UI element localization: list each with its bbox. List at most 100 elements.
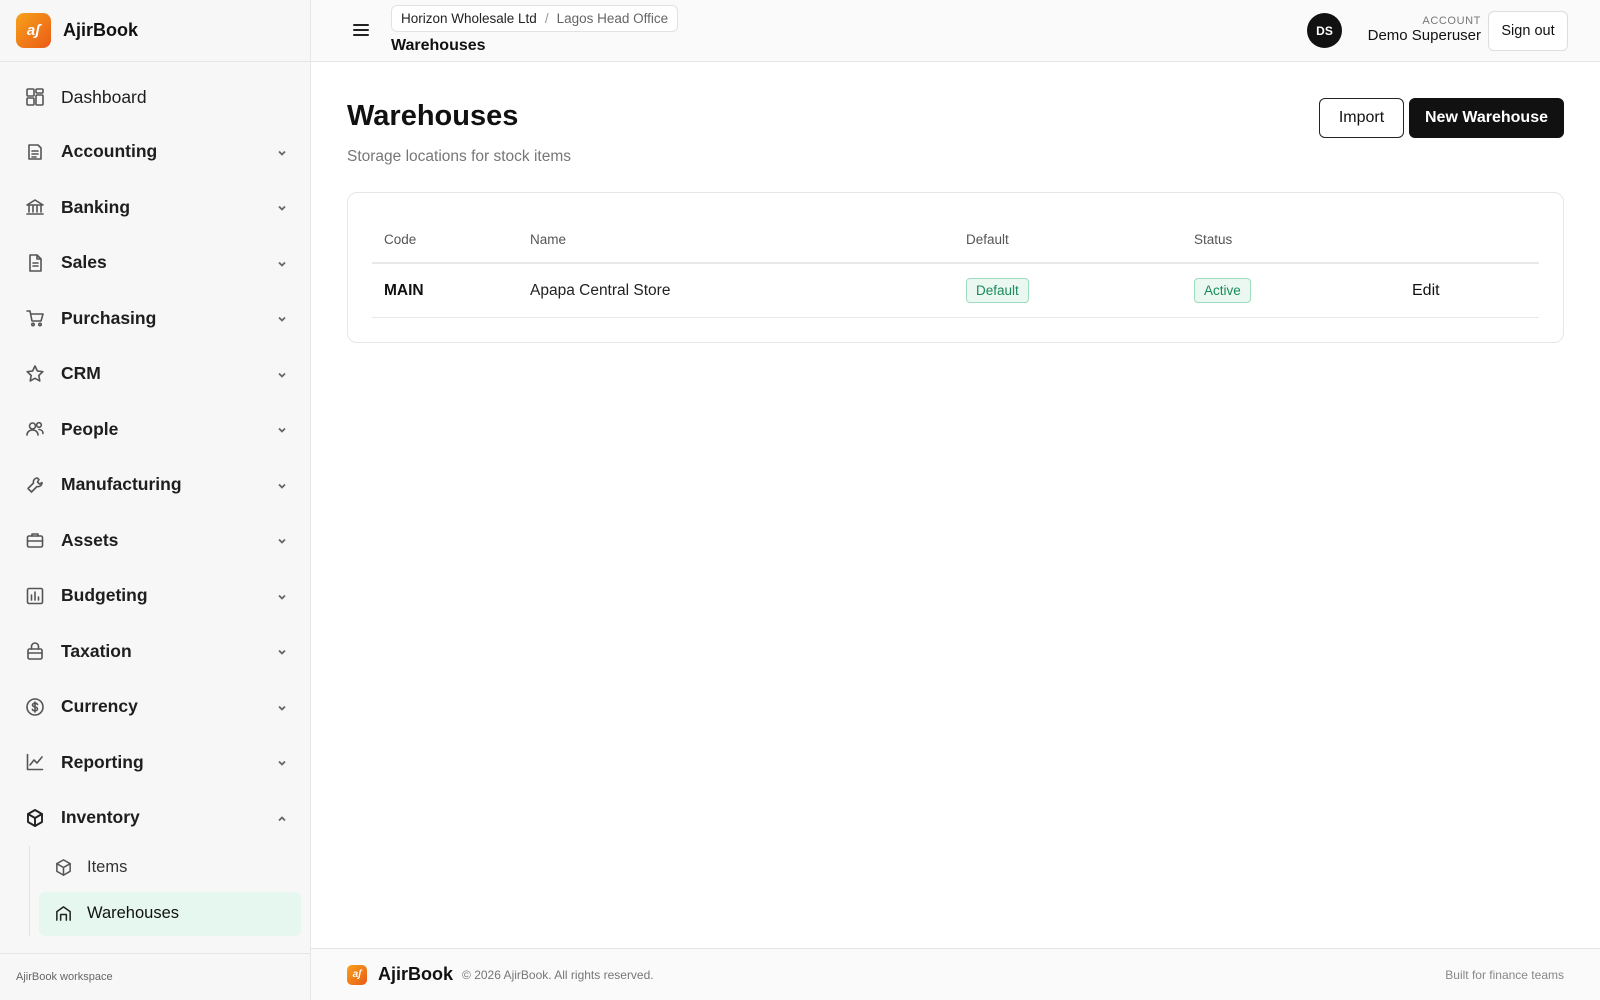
default-badge: Default xyxy=(966,278,1029,303)
warehouses-table: Code Name Default Status MAIN Apapa Cent… xyxy=(372,216,1539,318)
sidebar-item-currency[interactable]: Currency xyxy=(0,679,310,735)
sidebar-item-label: Sales xyxy=(61,252,107,273)
sidebar-item-dashboard[interactable]: Dashboard xyxy=(0,70,310,124)
sidebar-item-reporting[interactable]: Reporting xyxy=(0,735,310,791)
breadcrumb-org[interactable]: Horizon Wholesale Ltd xyxy=(401,11,537,26)
star-icon xyxy=(24,363,46,385)
sidebar-item-accounting[interactable]: Accounting xyxy=(0,124,310,180)
footer-logo: aʃ xyxy=(347,964,367,985)
sidebar-item-label: Assets xyxy=(61,529,119,550)
sidebar-item-manufacturing[interactable]: Manufacturing xyxy=(0,457,310,513)
sidebar-item-label: Budgeting xyxy=(61,585,148,606)
topbar: Horizon Wholesale Ltd / Lagos Head Offic… xyxy=(311,0,1600,62)
import-button[interactable]: Import xyxy=(1319,98,1404,138)
sidebar-item-taxation[interactable]: Taxation xyxy=(0,624,310,680)
footer: aʃ AjirBook © 2026 AjirBook. All rights … xyxy=(311,948,1600,1000)
sidebar-item-label: Dashboard xyxy=(61,86,147,107)
cell-default: Default xyxy=(966,278,1194,303)
sidebar-subitem-items[interactable]: Items xyxy=(39,846,301,890)
column-header-status: Status xyxy=(1194,231,1233,247)
sidebar-item-label: Taxation xyxy=(61,640,132,661)
sidebar-footer: AjirBook workspace xyxy=(0,953,311,1000)
sidebar-subitem-label: Items xyxy=(87,858,128,876)
chevron-down-icon xyxy=(276,368,288,380)
cell-name: Apapa Central Store xyxy=(530,281,671,299)
brand-logo: aʃ xyxy=(16,13,51,48)
sidebar-item-label: Manufacturing xyxy=(61,474,182,495)
warehouses-card: Code Name Default Status MAIN Apapa Cent… xyxy=(347,192,1564,343)
new-warehouse-button[interactable]: New Warehouse xyxy=(1409,98,1564,138)
table-row: MAIN Apapa Central Store Default Active … xyxy=(372,264,1539,318)
sidebar-item-crm[interactable]: CRM xyxy=(0,346,310,402)
sidebar-item-label: Reporting xyxy=(61,751,144,772)
column-header-name: Name xyxy=(530,231,567,247)
chevron-down-icon xyxy=(276,590,288,602)
account-label: ACCOUNT xyxy=(1422,15,1481,27)
page-title: Warehouses xyxy=(347,100,519,132)
sidebar: aʃ AjirBook Dashboard Accounting Banking… xyxy=(0,0,311,1000)
chevron-down-icon xyxy=(276,645,288,657)
sidebar-item-inventory[interactable]: Inventory xyxy=(0,790,310,846)
cube-icon xyxy=(52,857,74,879)
footer-tagline: Built for finance teams xyxy=(1445,967,1564,982)
sidebar-item-label: Purchasing xyxy=(61,307,157,328)
column-header-default: Default xyxy=(966,231,1009,247)
chevron-down-icon xyxy=(276,312,288,324)
account-name: Demo Superuser xyxy=(1367,27,1481,44)
ledger-icon xyxy=(24,141,46,163)
menu-icon[interactable] xyxy=(353,21,373,39)
sidebar-item-budgeting[interactable]: Budgeting xyxy=(0,568,310,624)
status-badge: Active xyxy=(1194,278,1251,303)
chevron-down-icon xyxy=(276,257,288,269)
cell-status: Active xyxy=(1194,278,1407,303)
sidebar-item-purchasing[interactable]: Purchasing xyxy=(0,291,310,347)
edit-link[interactable]: Edit xyxy=(1412,282,1440,299)
sidebar-nav: Dashboard Accounting Banking Sales Purch… xyxy=(0,62,310,936)
lock-box-icon xyxy=(24,640,46,662)
sidebar-subitem-warehouses[interactable]: Warehouses xyxy=(39,891,301,936)
people-icon xyxy=(24,418,46,440)
sidebar-item-label: CRM xyxy=(61,363,101,384)
breadcrumb: Horizon Wholesale Ltd / Lagos Head Offic… xyxy=(391,5,679,32)
column-header-code: Code xyxy=(384,231,417,247)
chevron-up-icon xyxy=(276,812,288,824)
brand-name: AjirBook xyxy=(63,20,139,40)
cell-actions: Edit xyxy=(1407,282,1539,300)
sidebar-item-sales[interactable]: Sales xyxy=(0,235,310,291)
sidebar-item-banking[interactable]: Banking xyxy=(0,180,310,236)
bank-icon xyxy=(24,196,46,218)
cart-icon xyxy=(24,307,46,329)
cell-code: MAIN xyxy=(384,281,424,299)
warehouse-icon xyxy=(52,903,74,925)
breadcrumb-branch[interactable]: Lagos Head Office xyxy=(557,11,669,26)
chevron-down-icon xyxy=(276,701,288,713)
account-info: ACCOUNT Demo Superuser xyxy=(1368,15,1481,44)
chevron-down-icon xyxy=(276,756,288,768)
briefcase-icon xyxy=(24,529,46,551)
sidebar-item-assets[interactable]: Assets xyxy=(0,513,310,569)
sidebar-subitem-label: Warehouses xyxy=(87,904,180,922)
sidebar-item-label: Inventory xyxy=(61,807,140,828)
table-header: Code Name Default Status xyxy=(372,216,1539,264)
sidebar-item-people[interactable]: People xyxy=(0,402,310,458)
sidebar-item-label: People xyxy=(61,418,119,439)
brand[interactable]: aʃ AjirBook xyxy=(0,0,310,62)
chevron-down-icon xyxy=(276,201,288,213)
chevron-down-icon xyxy=(276,146,288,158)
page-subtitle: Storage locations for stock items xyxy=(347,148,571,165)
sidebar-item-label: Accounting xyxy=(61,141,158,162)
topbar-title: Warehouses xyxy=(391,37,486,54)
sidebar-item-label: Currency xyxy=(61,696,138,717)
chevron-down-icon xyxy=(276,534,288,546)
main-content: Warehouses Storage locations for stock i… xyxy=(311,62,1600,948)
chevron-down-icon xyxy=(276,479,288,491)
chevron-down-icon xyxy=(276,423,288,435)
breadcrumb-separator: / xyxy=(544,11,549,26)
sign-out-button[interactable]: Sign out xyxy=(1488,11,1568,51)
avatar[interactable]: DS xyxy=(1307,13,1342,48)
footer-copyright: © 2026 AjirBook. All rights reserved. xyxy=(462,967,654,982)
inventory-subnav: Items Warehouses xyxy=(29,845,310,936)
footer-brand: AjirBook xyxy=(378,964,454,984)
coin-icon xyxy=(24,696,46,718)
cube-icon xyxy=(24,807,46,829)
